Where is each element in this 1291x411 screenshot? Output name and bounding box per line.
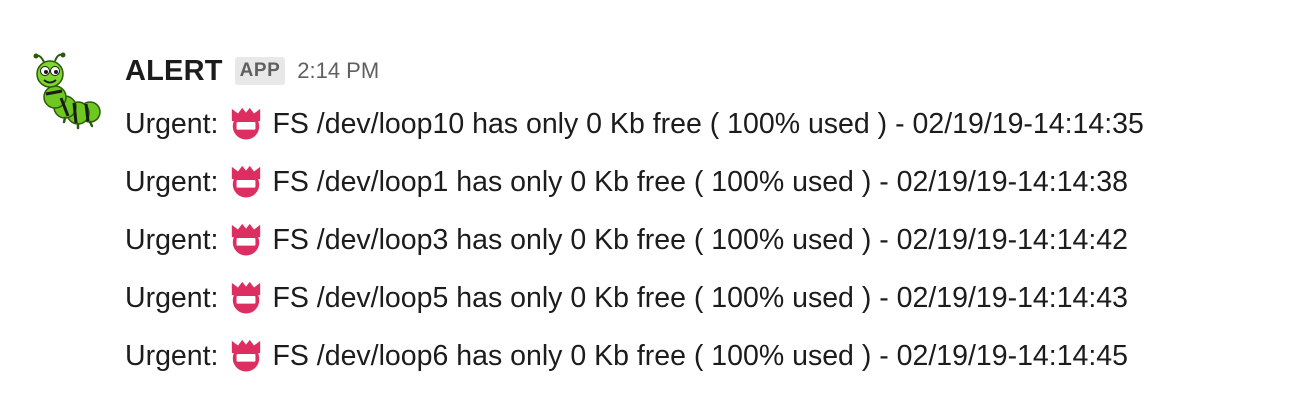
timestamp[interactable]: 2:14 PM bbox=[297, 58, 379, 84]
line-text: FS /dev/loop1 has only 0 Kb free ( 100% … bbox=[272, 165, 1129, 198]
sender-name[interactable]: ALERT bbox=[125, 55, 223, 88]
line-prefix: Urgent: bbox=[125, 223, 219, 256]
caterpillar-icon bbox=[33, 52, 101, 130]
name-badge-icon bbox=[232, 281, 261, 314]
line-text: FS /dev/loop10 has only 0 Kb free ( 100%… bbox=[272, 107, 1144, 140]
line-prefix: Urgent: bbox=[125, 339, 219, 372]
message-line: Urgent: FS /dev/loop10 has only 0 Kb fre… bbox=[125, 95, 1144, 153]
message-header: ALERT APP 2:14 PM bbox=[125, 52, 379, 90]
app-badge: APP bbox=[234, 57, 286, 85]
line-text: FS /dev/loop3 has only 0 Kb free ( 100% … bbox=[272, 223, 1129, 256]
message-line: Urgent: FS /dev/loop6 has only 0 Kb free… bbox=[125, 327, 1144, 385]
name-badge-icon bbox=[232, 339, 261, 372]
message-line: Urgent: FS /dev/loop3 has only 0 Kb free… bbox=[125, 211, 1144, 269]
alert-message: ALERT APP 2:14 PM Urgent: FS /dev/loop10… bbox=[0, 0, 1291, 411]
message-line: Urgent: FS /dev/loop1 has only 0 Kb free… bbox=[125, 153, 1144, 211]
message-line: Urgent: FS /dev/loop5 has only 0 Kb free… bbox=[125, 269, 1144, 327]
avatar[interactable] bbox=[28, 52, 108, 132]
name-badge-icon bbox=[232, 165, 261, 198]
line-text: FS /dev/loop5 has only 0 Kb free ( 100% … bbox=[272, 281, 1129, 314]
line-prefix: Urgent: bbox=[125, 165, 219, 198]
line-prefix: Urgent: bbox=[125, 281, 219, 314]
name-badge-icon bbox=[232, 223, 261, 256]
message-body: Urgent: FS /dev/loop10 has only 0 Kb fre… bbox=[125, 95, 1144, 385]
line-text: FS /dev/loop6 has only 0 Kb free ( 100% … bbox=[272, 339, 1129, 372]
line-prefix: Urgent: bbox=[125, 107, 219, 140]
name-badge-icon bbox=[232, 107, 261, 140]
